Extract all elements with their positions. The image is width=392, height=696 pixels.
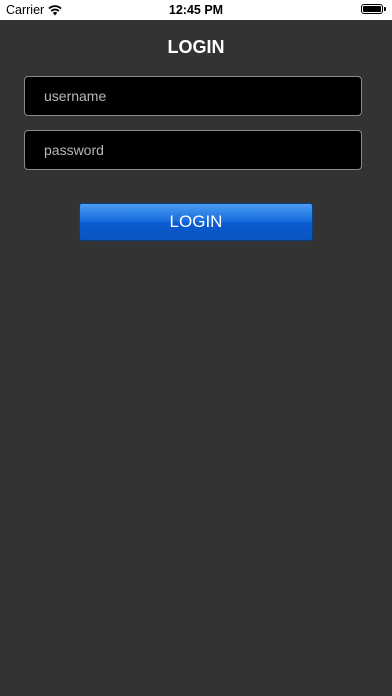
login-button[interactable]: LOGIN <box>79 203 313 241</box>
username-field[interactable] <box>24 76 362 116</box>
battery-icon <box>361 4 386 14</box>
page-title: LOGIN <box>167 37 225 57</box>
status-time: 12:45 PM <box>168 3 224 17</box>
status-bar: Carrier 12:45 PM <box>0 0 392 20</box>
password-field[interactable] <box>24 130 362 170</box>
